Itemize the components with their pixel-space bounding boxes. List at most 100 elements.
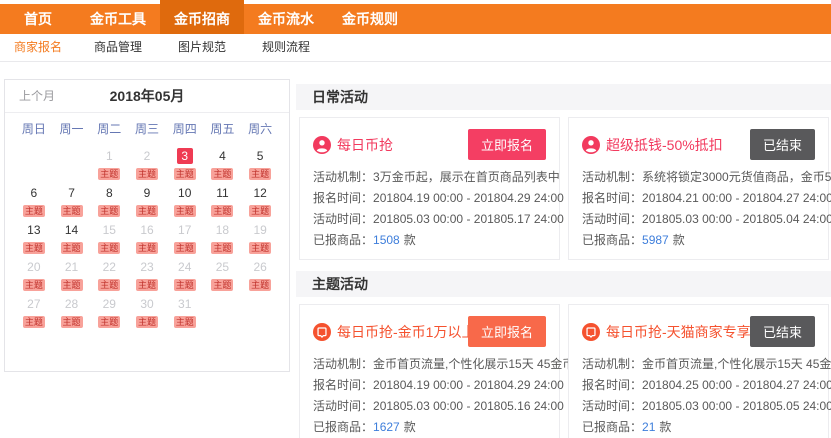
calendar-date-cell[interactable]: 28主题 <box>53 293 91 330</box>
detail-label: 报名时间： <box>313 378 373 392</box>
calendar-week-row: 20主题21主题22主题23主题24主题25主题26主题 <box>15 256 279 293</box>
activity-card: 每日币抢-天猫商家专享已结束活动机制：金币首页流量,个性化展示15天 45金币/… <box>568 304 829 438</box>
calendar-date-cell[interactable]: 9主题 <box>128 182 166 219</box>
calendar-date-cell[interactable]: 13主题 <box>15 219 53 256</box>
cards-row: 每日币抢立即报名活动机制：3万金币起，展示在首页商品列表中报名时间：201804… <box>296 110 831 271</box>
reported-count-link[interactable]: 5987 <box>642 233 669 247</box>
calendar-date-cell[interactable]: 8 主题 <box>90 182 128 219</box>
calendar-date-cell[interactable]: 6主题 <box>15 182 53 219</box>
activity-title: 每日币抢-金币1万以上卖家... <box>337 322 468 342</box>
theme-badge: 主题 <box>23 279 45 291</box>
calendar-date-cell[interactable]: 14主题 <box>53 219 91 256</box>
calendar-date-cell[interactable]: 25 主题 <box>204 256 242 293</box>
reported-count-link[interactable]: 21 <box>642 420 655 434</box>
calendar-date-cell[interactable]: 26主题 <box>241 256 279 293</box>
calendar-date-cell[interactable]: 29主题 <box>90 293 128 330</box>
date-number: 31 <box>166 296 204 312</box>
card-action-button[interactable]: 立即报名 <box>468 316 546 347</box>
theme-badge: 主题 <box>98 168 120 180</box>
calendar-week-row: 1主题2主题3主题4主题5主题 <box>15 145 279 182</box>
top-nav-item[interactable]: 金币招商 <box>160 0 244 34</box>
calendar-date-cell[interactable]: 10主题 <box>166 182 204 219</box>
calendar-date-cell[interactable]: 5主题 <box>241 145 279 182</box>
top-nav-item[interactable]: 金币规则 <box>328 0 412 34</box>
calendar-date-cell[interactable]: 23主题 <box>128 256 166 293</box>
calendar-date-cell[interactable]: 24主题 <box>166 256 204 293</box>
calendar-week-row: 13主题14主题15 主题 16主题17主题18主题19主题 <box>15 219 279 256</box>
count-suffix: 款 <box>659 420 671 434</box>
calendar-date-cell[interactable]: 31主题 <box>166 293 204 330</box>
date-number: 28 <box>53 296 91 312</box>
theme-badge: 主题 <box>98 205 120 217</box>
detail-label: 活动时间： <box>582 212 642 226</box>
card-action-button[interactable]: 立即报名 <box>468 129 546 160</box>
date-number: 22 <box>90 259 128 275</box>
detail-value: 金币首页流量,个性化展示15天 45金币/点击 <box>642 357 831 371</box>
calendar-date-cell[interactable]: 17主题 <box>166 219 204 256</box>
top-nav-item[interactable]: 金币流水 <box>244 0 328 34</box>
sub-nav-item[interactable]: 商品管理 <box>76 34 160 61</box>
detail-label: 活动机制： <box>313 357 373 371</box>
sub-nav-item[interactable]: 规则流程 <box>244 34 328 61</box>
calendar-date-cell[interactable]: 18主题 <box>204 219 242 256</box>
user-icon <box>582 136 600 154</box>
date-number: 15 <box>90 222 128 238</box>
card-action-button[interactable]: 已结束 <box>750 129 815 160</box>
weekday-label: 周六 <box>241 120 279 137</box>
activity-title: 每日币抢-天猫商家专享 <box>606 322 750 342</box>
calendar-date-cell[interactable]: 4主题 <box>204 145 242 182</box>
reported-count-link[interactable]: 1508 <box>373 233 400 247</box>
calendar-date-cell[interactable]: 3主题 <box>166 145 204 182</box>
activity-title: 超级抵钱-50%抵扣 <box>606 135 723 155</box>
weekday-label: 周一 <box>53 120 91 137</box>
theme-badge: 主题 <box>98 242 120 254</box>
card-detail-line: 活动时间：201805.03 00:00 - 201805.16 24:00共1… <box>313 396 546 417</box>
bookmark-icon <box>313 323 331 341</box>
sub-nav-item[interactable]: 商家报名 <box>0 34 76 61</box>
sub-nav: 商家报名商品管理图片规范规则流程 <box>0 34 831 62</box>
calendar-date-cell[interactable]: 27主题 <box>15 293 53 330</box>
calendar-date-cell[interactable]: 19主题 <box>241 219 279 256</box>
card-action-button[interactable]: 已结束 <box>750 316 815 347</box>
detail-label: 报名时间： <box>313 191 373 205</box>
card-detail-line: 报名时间：201804.19 00:00 - 201804.29 24:00 <box>313 188 546 209</box>
signup-calendar: 上个月 2018年05月 周日周一周二周三周四周五周六 1主题2主题3主题4主题… <box>4 79 290 372</box>
calendar-empty-cell <box>15 145 53 182</box>
date-number: 8 <box>90 185 128 201</box>
calendar-date-cell[interactable]: 21主题 <box>53 256 91 293</box>
reported-count-link[interactable]: 1627 <box>373 420 400 434</box>
activity-card: 每日币抢立即报名活动机制：3万金币起，展示在首页商品列表中报名时间：201804… <box>299 117 560 260</box>
calendar-date-cell[interactable]: 16主题 <box>128 219 166 256</box>
card-detail-line: 活动机制：3万金币起，展示在首页商品列表中 <box>313 167 546 188</box>
calendar-date-cell[interactable]: 22主题 <box>90 256 128 293</box>
theme-badge: 主题 <box>211 205 233 217</box>
theme-badge: 主题 <box>211 279 233 291</box>
calendar-date-cell[interactable]: 30主题 <box>128 293 166 330</box>
detail-label: 已报商品： <box>313 233 373 247</box>
theme-badge: 主题 <box>61 242 83 254</box>
calendar-date-cell[interactable]: 15 主题 <box>90 219 128 256</box>
top-nav-item[interactable]: 首页 <box>0 0 76 34</box>
calendar-grid: 1主题2主题3主题4主题5主题6主题7主题8主题9主题10主题11主题12主题1… <box>5 143 289 330</box>
calendar-date-cell[interactable]: 20主题 <box>15 256 53 293</box>
calendar-date-cell[interactable]: 7主题 <box>53 182 91 219</box>
calendar-date-cell[interactable]: 2主题 <box>128 145 166 182</box>
date-number: 26 <box>241 259 279 275</box>
cards-row: 每日币抢-金币1万以上卖家...立即报名活动机制： 金币首页流量,个性化展示15天… <box>296 297 831 438</box>
theme-badge: 主题 <box>23 242 45 254</box>
top-nav-item[interactable]: 金币工具 <box>76 0 160 34</box>
sub-nav-item[interactable]: 图片规范 <box>160 34 244 61</box>
detail-label: 活动时间： <box>313 399 373 413</box>
card-detail-line: 已报商品：1508款 <box>313 230 546 251</box>
calendar-date-cell[interactable]: 11主题 <box>204 182 242 219</box>
prev-month-button[interactable]: 上个月 <box>19 80 55 113</box>
calendar-date-cell[interactable]: 1主题 <box>90 145 128 182</box>
calendar-empty-cell <box>53 145 91 182</box>
card-header: 超级抵钱-50%抵扣 已结束 <box>582 129 815 160</box>
date-number: 24 <box>166 259 204 275</box>
date-number: 27 <box>15 296 53 312</box>
calendar-date-cell[interactable]: 12主题 <box>241 182 279 219</box>
theme-badge: 主题 <box>211 168 233 180</box>
date-number: 25 <box>204 259 242 275</box>
detail-label: 活动机制： <box>582 170 642 184</box>
